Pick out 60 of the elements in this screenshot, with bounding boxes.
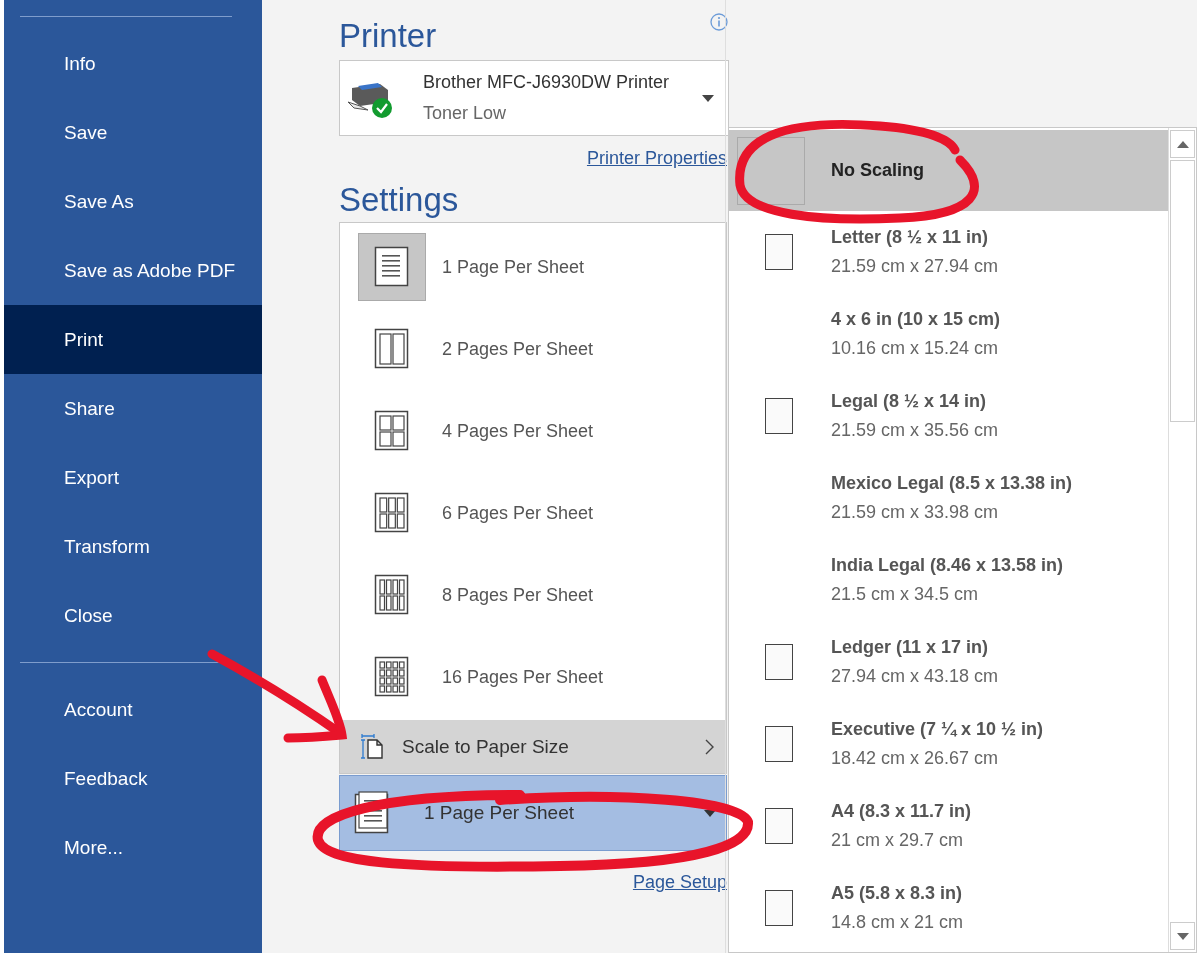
- list-item[interactable]: India Legal (8.46 x 13.58 in) 21.5 cm x 34.5 cm: [729, 539, 1168, 621]
- menu-item[interactable]: 16 Pages Per Sheet: [340, 636, 726, 718]
- section-heading: Settings: [339, 180, 460, 220]
- info-icon[interactable]: [710, 13, 728, 31]
- caret-icon: [704, 809, 716, 817]
- page-icon: [765, 398, 793, 434]
- list-item[interactable]: Executive (7 ¼ x 10 ½ in) 18.42 cm x 26.67 cm: [729, 703, 1168, 785]
- caret-down-icon: [1176, 932, 1189, 940]
- page-setup-link[interactable]: Page Setup: [632, 871, 727, 893]
- scroll-down-button[interactable]: [1170, 922, 1195, 950]
- list-item[interactable]: 4 x 6 in (10 x 15 cm) 10.16 cm x 15.24 cm: [729, 293, 1168, 375]
- printer-status: Toner Low: [423, 103, 508, 124]
- pages-layout-icon: [374, 410, 410, 452]
- pages-layout-icon: [374, 656, 410, 698]
- nav-item[interactable]: Save As: [4, 167, 262, 236]
- nav-item[interactable]: Account: [4, 675, 262, 744]
- caret-icon: [702, 94, 714, 102]
- printer-name: Brother MFC-J6930DW Printer: [423, 72, 671, 93]
- page-icon: [765, 234, 793, 270]
- page-icon: [765, 726, 793, 762]
- menu-item[interactable]: 8 Pages Per Sheet: [340, 554, 726, 636]
- menu-item[interactable]: 6 Pages Per Sheet: [340, 472, 726, 554]
- list-item[interactable]: Letter (8 ½ x 11 in) 21.59 cm x 27.94 cm: [729, 211, 1168, 293]
- caret-up-icon: [1176, 140, 1189, 148]
- nav-item[interactable]: Feedback: [4, 744, 262, 813]
- pages-layout-icon: [374, 246, 410, 288]
- page-icon: [765, 808, 793, 844]
- printer-properties-link[interactable]: Printer Properties: [586, 147, 727, 169]
- nav-item[interactable]: Export: [4, 443, 262, 512]
- menu-item[interactable]: 4 Pages Per Sheet: [340, 390, 726, 472]
- nav-item[interactable]: Close: [4, 581, 262, 650]
- list-item[interactable]: A5 (5.8 x 8.3 in) 14.8 cm x 21 cm: [729, 867, 1168, 949]
- nav-item[interactable]: Transform: [4, 512, 262, 581]
- scale-icon: [360, 733, 386, 760]
- page-icon: [765, 890, 793, 926]
- scroll-thumb[interactable]: [1170, 160, 1195, 422]
- nav-item[interactable]: Save as Adobe PDF: [4, 236, 262, 305]
- menu-item[interactable]: 2 Pages Per Sheet: [340, 308, 726, 390]
- page-icon: [765, 644, 793, 680]
- list-item[interactable]: Mexico Legal (8.5 x 13.38 in) 21.59 cm x 33.98 cm: [729, 457, 1168, 539]
- blank-page-icon: [737, 136, 805, 205]
- nav-item[interactable]: Info: [4, 29, 262, 98]
- pages-layout-icon: [374, 574, 410, 616]
- nav-item[interactable]: Save: [4, 98, 262, 167]
- scroll-up-button[interactable]: [1170, 130, 1195, 158]
- pages-layout-icon: [374, 492, 410, 534]
- menu-item[interactable]: 1 Page Per Sheet: [340, 226, 726, 308]
- nav-item[interactable]: More...: [4, 813, 262, 882]
- list-item[interactable]: A4 (8.3 x 11.7 in) 21 cm x 29.7 cm: [729, 785, 1168, 867]
- list-item[interactable]: Legal (8 ½ x 14 in) 21.59 cm x 35.56 cm: [729, 375, 1168, 457]
- pages-layout-icon: [374, 328, 410, 370]
- menu-item[interactable]: Scale to Paper Size: [340, 720, 726, 773]
- printer-dropdown[interactable]: Brother MFC-J6930DW Printer Toner Low: [339, 60, 729, 136]
- list-item[interactable]: No Scaling: [729, 130, 1168, 211]
- section-heading: Printer: [339, 16, 437, 56]
- chevron-right-icon: [705, 738, 714, 755]
- scrollbar[interactable]: [1168, 128, 1196, 952]
- nav-item[interactable]: Share: [4, 374, 262, 443]
- list-item[interactable]: Ledger (11 x 17 in) 27.94 cm x 43.18 cm: [729, 621, 1168, 703]
- nav-item[interactable]: Print: [4, 305, 262, 374]
